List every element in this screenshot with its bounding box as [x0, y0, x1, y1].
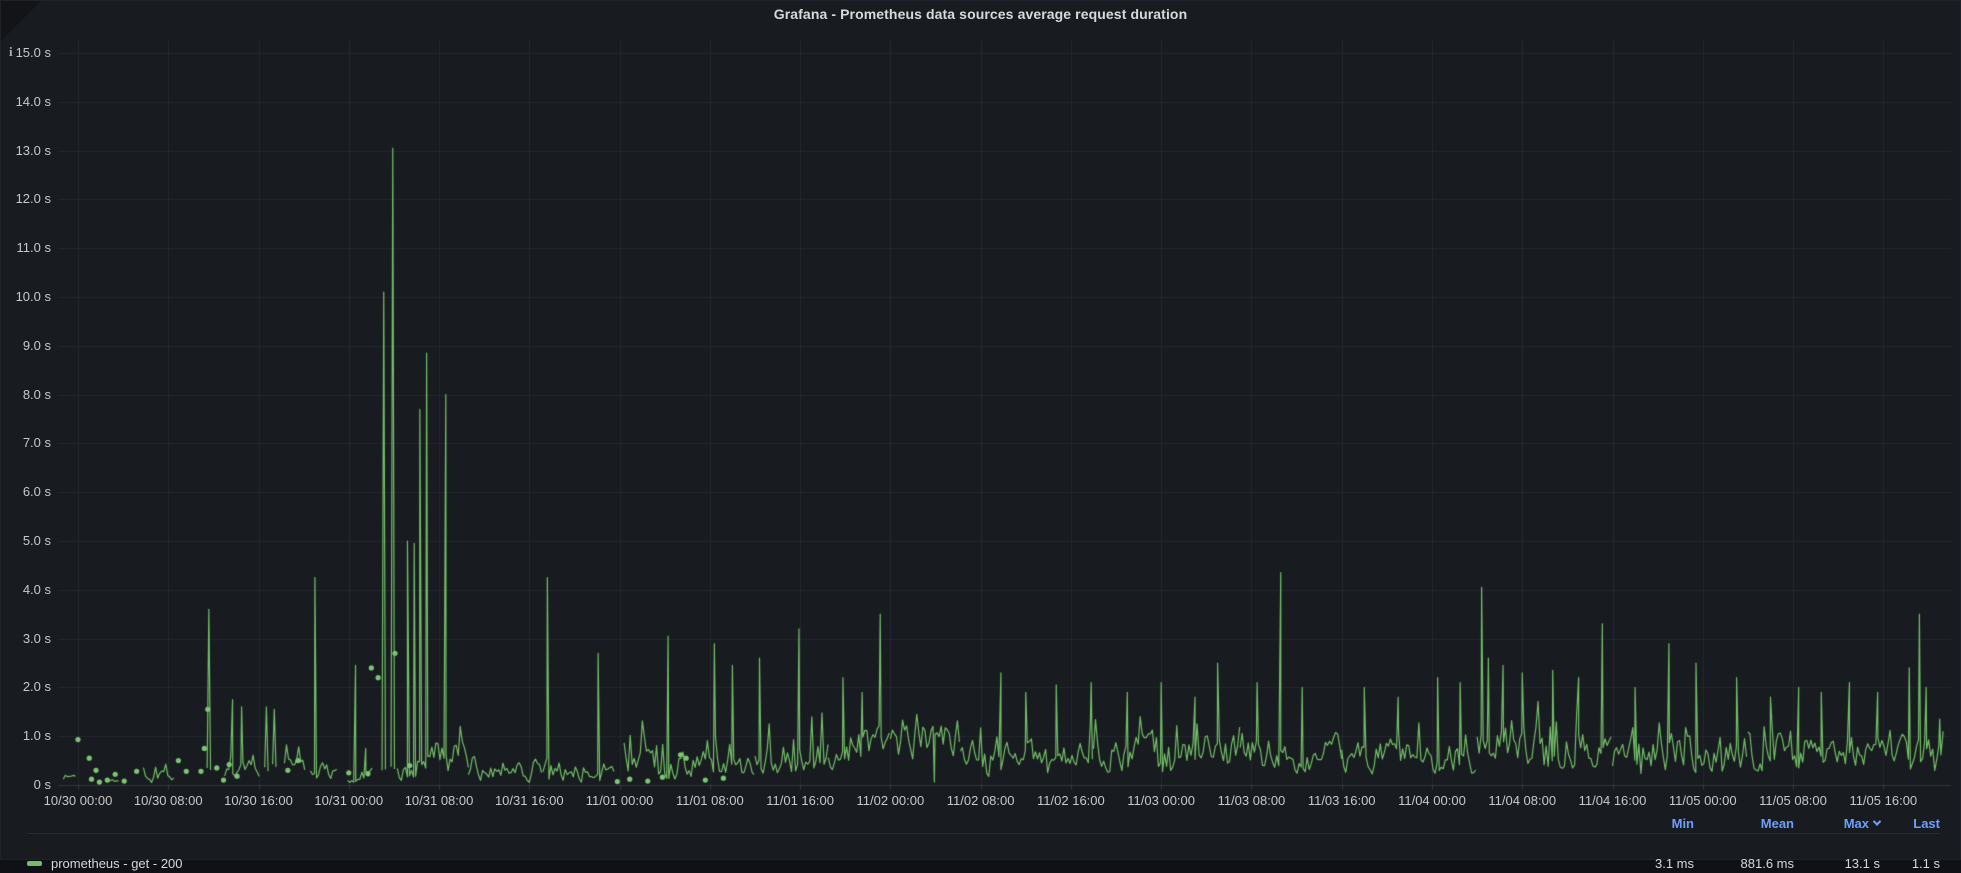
- legend-series[interactable]: prometheus - get - 200: [27, 856, 1624, 871]
- legend-stat-value-mean: 881.6 ms: [1740, 855, 1794, 871]
- x-tick-label: 11/05 08:00: [1759, 793, 1827, 808]
- x-tick-label: 11/01 16:00: [766, 793, 834, 808]
- x-tick-label: 11/02 08:00: [946, 793, 1015, 808]
- x-tick-label: 11/03 16:00: [1307, 793, 1376, 808]
- legend-stat-header-mean[interactable]: Mean: [1694, 816, 1794, 831]
- y-tick-label: 11.0 s: [16, 240, 51, 256]
- legend-stat-header-max[interactable]: Max: [1794, 816, 1882, 831]
- y-tick-label: 2.0 s: [22, 679, 51, 695]
- y-tick-label: 1.0 s: [22, 728, 51, 744]
- legend-stat-header-last[interactable]: Last: [1880, 816, 1940, 831]
- x-tick-label: 11/03 00:00: [1127, 793, 1196, 808]
- series-label: prometheus - get - 200: [51, 855, 183, 871]
- x-tick-label: 11/02 16:00: [1037, 793, 1105, 808]
- y-tick-label: 8.0 s: [22, 386, 51, 402]
- time-series-plot[interactable]: [1, 1, 1961, 813]
- y-tick-label: 7.0 s: [22, 435, 51, 451]
- x-tick-label: 11/02 00:00: [856, 793, 925, 808]
- y-tick-label: 4.0 s: [22, 581, 51, 597]
- x-tick-label: 11/03 08:00: [1217, 793, 1286, 808]
- y-tick-label: 9.0 s: [22, 337, 51, 353]
- x-tick-label: 11/04 00:00: [1398, 793, 1466, 808]
- legend-divider: [27, 833, 1940, 834]
- x-tick-label: 10/30 00:00: [43, 793, 113, 808]
- legend-stat-header-min[interactable]: Min: [1624, 816, 1694, 831]
- x-tick-label: 11/01 00:00: [585, 793, 654, 808]
- legend-stat-value-max: 13.1 s: [1844, 855, 1880, 871]
- x-tick-label: 10/30 08:00: [133, 793, 203, 808]
- info-icon: i: [9, 44, 13, 59]
- series-color-swatch: [27, 860, 42, 866]
- x-tick-label: 10/31 08:00: [404, 793, 474, 808]
- x-tick-label: 11/04 16:00: [1578, 793, 1647, 808]
- x-tick-label: 11/05 16:00: [1849, 793, 1918, 808]
- legend-stat-value-min: 3.1 ms: [1654, 855, 1694, 871]
- x-tick-label: 11/01 08:00: [675, 793, 744, 808]
- y-tick-label: 12.0 s: [15, 191, 51, 207]
- x-tick-label: 11/05 00:00: [1668, 793, 1737, 808]
- page: { "panel": { "title": "Grafana - Prometh…: [0, 0, 1961, 871]
- legend-stat-value-last: 1.1 s: [1911, 855, 1940, 871]
- y-tick-label: 14.0 s: [15, 93, 51, 109]
- x-tick-label: 10/31 16:00: [494, 793, 564, 808]
- x-tick-label: 10/31 00:00: [314, 793, 384, 808]
- y-tick-label: 0 s: [33, 777, 51, 792]
- x-tick-label: 11/04 08:00: [1488, 793, 1557, 808]
- y-tick-label: 6.0 s: [22, 484, 51, 500]
- y-tick-label: 10.0 s: [15, 289, 51, 304]
- x-tick-label: 10/30 16:00: [224, 793, 293, 808]
- grafana-panel: i Grafana - Prometheus data sources aver…: [0, 0, 1961, 871]
- panel-info-corner[interactable]: i: [1, 1, 41, 59]
- y-tick-label: 5.0 s: [22, 533, 51, 548]
- legend: Min Mean Max Last prometheus - get - 200…: [27, 813, 1940, 873]
- y-tick-label: 3.0 s: [22, 630, 51, 646]
- y-tick-label: 13.0 s: [15, 142, 51, 158]
